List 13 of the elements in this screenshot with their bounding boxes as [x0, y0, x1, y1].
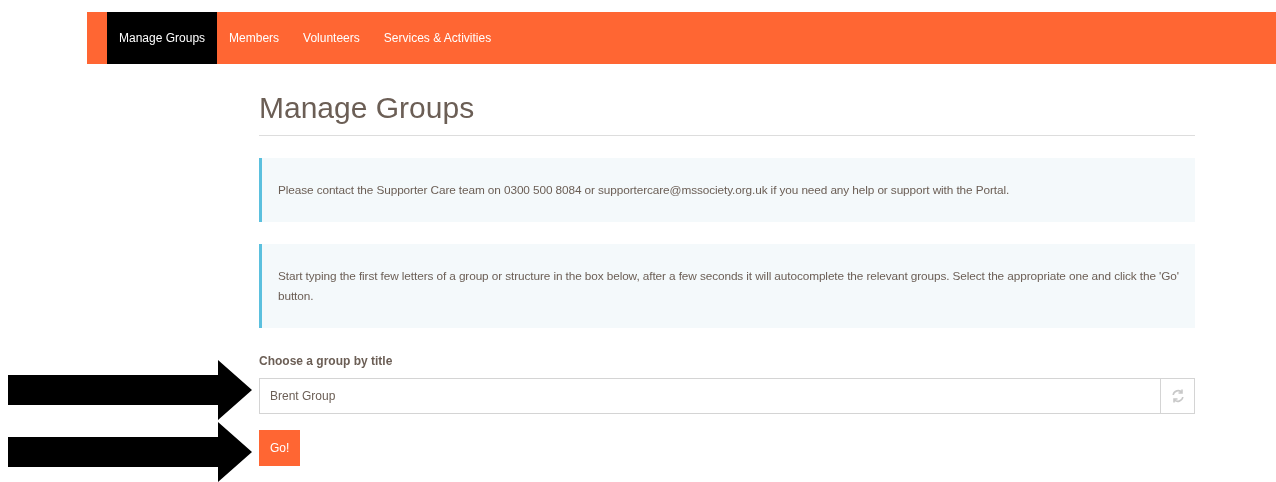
nav-tab[interactable]: Manage Groups [107, 12, 218, 64]
arrow-icon [8, 422, 252, 482]
alert-text: Start typing the first few letters of a group or structure in the box below, after a few seconds it will autocomplete the relevant groups. Select the appropriate one and click the 'Go' button. [278, 268, 1179, 305]
go-button[interactable]: Go! [259, 430, 301, 466]
nav-tab[interactable]: Volunteers [291, 12, 372, 64]
refresh-icon [1170, 388, 1185, 404]
page-title: Manage Groups [259, 90, 475, 126]
alert-text: Please contact the Supporter Care team on 0300 500 8084 or supportercare@mssociety.org.uk if you need any help or support with the Portal. [278, 182, 1011, 199]
arrow-icon [8, 360, 252, 420]
nav-tab[interactable]: Members [217, 12, 292, 64]
nav-tab[interactable]: Services & Activities [371, 12, 504, 64]
group-field[interactable]: Brent Group [259, 378, 1161, 414]
field-label: Choose a group by title [259, 353, 393, 370]
